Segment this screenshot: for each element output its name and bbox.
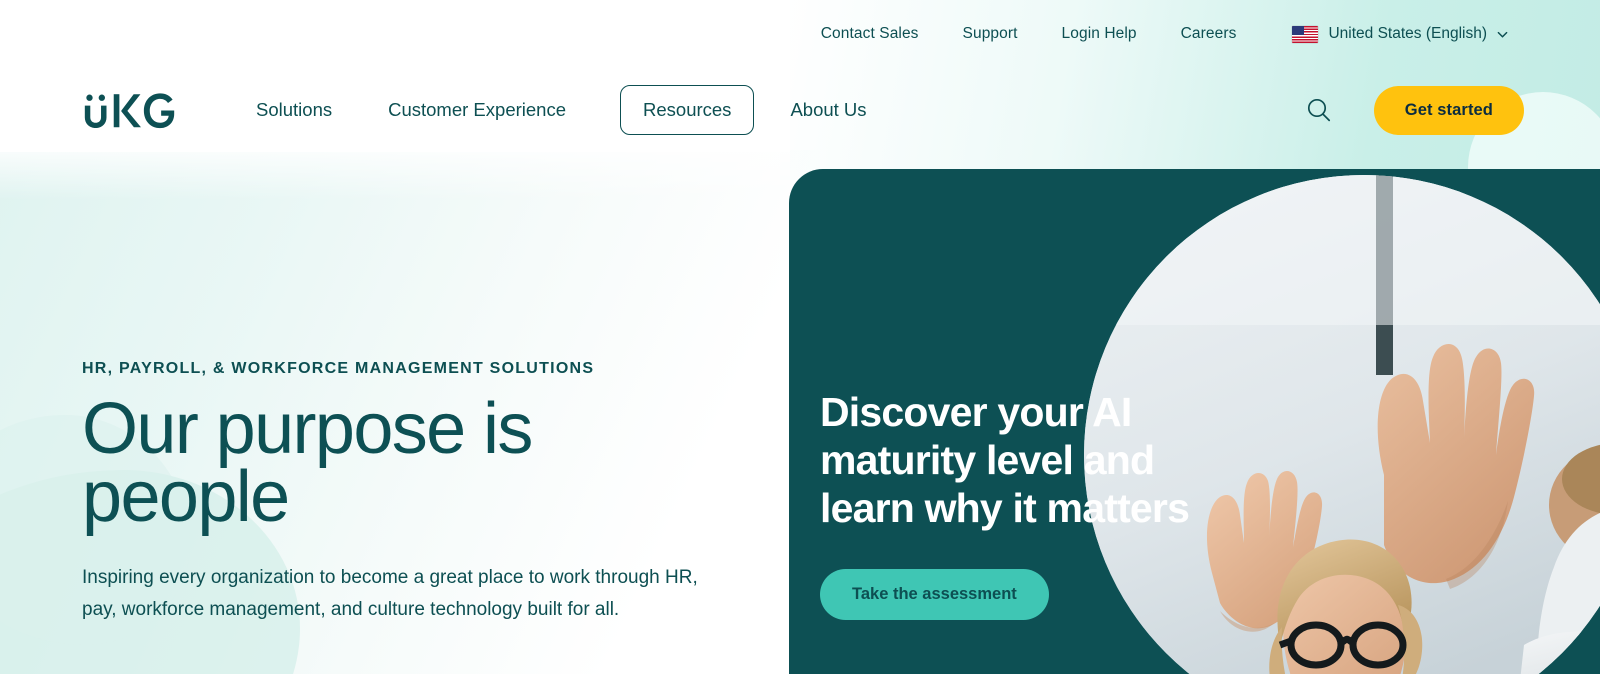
promo-title-line-2: maturity level and: [820, 436, 1155, 483]
page-root: Contact Sales Support Login Help Careers…: [0, 0, 1600, 674]
promo-title: Discover your AI maturity level and lear…: [820, 389, 1240, 533]
ukg-logo[interactable]: [82, 87, 186, 133]
hero-eyebrow: HR, PAYROLL, & WORKFORCE MANAGEMENT SOLU…: [82, 360, 595, 377]
promo-title-line-3: learn why it matters: [820, 484, 1190, 531]
nav-link-customer-experience[interactable]: Customer Experience: [386, 93, 568, 127]
search-icon[interactable]: [1306, 97, 1332, 123]
utility-link-login-help[interactable]: Login Help: [1062, 25, 1137, 43]
promo-card: Discover your AI maturity level and lear…: [789, 169, 1600, 674]
hero-content: HR, PAYROLL, & WORKFORCE MANAGEMENT SOLU…: [82, 360, 742, 627]
promo-content: Discover your AI maturity level and lear…: [820, 389, 1240, 620]
hero-title-line-2: people: [82, 457, 290, 538]
us-flag-icon: [1292, 25, 1319, 43]
promo-title-line-1: Discover your AI: [820, 389, 1132, 435]
take-assessment-button[interactable]: Take the assessment: [820, 568, 1049, 620]
locale-label: United States (English): [1328, 25, 1487, 42]
locale-selector[interactable]: United States (English): [1292, 25, 1508, 43]
chevron-down-icon: [1497, 29, 1508, 40]
nav-right-actions: Get started: [1306, 85, 1524, 135]
page-title: Our purpose is people: [82, 393, 742, 533]
main-navigation: Solutions Customer Experience Resources …: [0, 68, 1600, 152]
utility-bar: Contact Sales Support Login Help Careers…: [0, 0, 1600, 68]
get-started-button[interactable]: Get started: [1373, 85, 1524, 135]
utility-link-contact-sales[interactable]: Contact Sales: [821, 25, 919, 43]
nav-link-resources[interactable]: Resources: [620, 85, 755, 135]
nav-link-about-us[interactable]: About Us: [788, 93, 868, 127]
hero-description: Inspiring every organization to become a…: [82, 566, 698, 621]
nav-links: Solutions Customer Experience Resources …: [254, 85, 921, 135]
nav-link-solutions[interactable]: Solutions: [254, 93, 334, 127]
utility-link-careers[interactable]: Careers: [1181, 25, 1237, 43]
utility-link-support[interactable]: Support: [963, 25, 1018, 43]
